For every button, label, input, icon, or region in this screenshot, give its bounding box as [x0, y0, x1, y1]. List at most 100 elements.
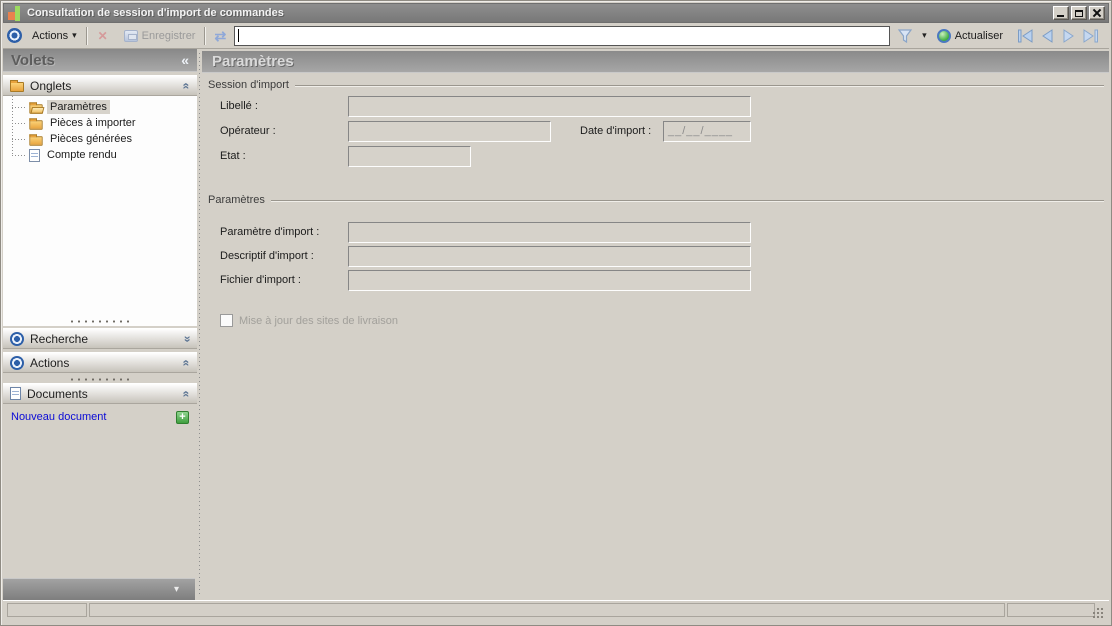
minimize-button[interactable] [1053, 6, 1069, 20]
filter-funnel-icon [897, 28, 913, 43]
filter-dropdown-button[interactable]: ▾ [920, 29, 929, 42]
maj-sites-livraison-checkbox[interactable] [220, 314, 233, 327]
operateur-field[interactable] [348, 121, 551, 142]
sidebar: Volets « Onglets « Paramètres Pièces à i… [3, 49, 197, 600]
folder-icon [29, 133, 43, 146]
refresh-button-label: Actualiser [954, 29, 1003, 42]
sync-button[interactable]: ⇄ [210, 27, 230, 45]
window-title: Consultation de session d'import de comm… [27, 7, 284, 19]
chevron-down-icon: ▾ [173, 584, 179, 595]
toolbar-separator [85, 26, 87, 45]
new-document-link[interactable]: Nouveau document [11, 411, 176, 423]
status-cell [89, 603, 1005, 617]
parametre-import-label: Paramètre d'import : [220, 226, 320, 238]
resize-grip[interactable] [1093, 612, 1099, 618]
maximize-icon [1075, 9, 1083, 17]
app-window: Consultation de session d'import de comm… [0, 0, 1112, 626]
sidebar-title: Volets [11, 51, 55, 69]
actions-bullseye-icon [10, 355, 24, 370]
title-bar: Consultation de session d'import de comm… [3, 3, 1109, 23]
close-button[interactable] [1089, 6, 1105, 20]
chevron-down-icon[interactable]: « [180, 335, 194, 342]
tree-item-label: Paramètres [47, 100, 110, 114]
sidebar-header: Volets « [3, 49, 197, 72]
group-divider-line [270, 199, 1104, 201]
save-icon [123, 29, 138, 42]
first-record-icon [1018, 28, 1033, 43]
chevron-up-icon[interactable]: « [180, 359, 194, 366]
tree-item-pieces-a-importer[interactable]: Pièces à importer [12, 115, 193, 131]
previous-record-icon [1042, 28, 1053, 43]
panel-splitter-horizontal[interactable] [3, 317, 197, 325]
etat-field[interactable] [348, 146, 471, 167]
status-cell [7, 603, 87, 617]
group-parametres-title: Paramètres [208, 194, 265, 206]
section-onglets-label: Onglets [30, 78, 72, 93]
chevron-up-icon[interactable]: « [180, 82, 194, 89]
date-import-field[interactable]: __/__/____ [663, 121, 751, 142]
collapse-sidebar-icon[interactable]: « [181, 52, 189, 68]
actions-menu-label: Actions [32, 29, 69, 42]
save-button[interactable]: Enregistrer [120, 28, 200, 44]
last-record-icon [1083, 28, 1098, 43]
chevron-down-icon: ▾ [72, 30, 77, 40]
status-cell [1007, 603, 1095, 617]
refresh-button[interactable]: Actualiser [933, 27, 1007, 45]
tree-item-compte-rendu[interactable]: Compte rendu [12, 147, 193, 163]
delete-button[interactable]: ✕ [92, 27, 114, 45]
refresh-icon [936, 28, 951, 43]
save-button-label: Enregistrer [141, 29, 196, 42]
actions-bullseye-icon [7, 28, 22, 43]
status-bar [3, 600, 1109, 618]
folder-icon [29, 117, 43, 130]
document-icon [29, 148, 40, 162]
search-input[interactable] [234, 25, 891, 46]
etat-label: Etat : [220, 150, 246, 162]
section-actions-label: Actions [30, 355, 70, 370]
main-header: Paramètres [202, 51, 1109, 73]
documents-icon [10, 387, 21, 400]
fichier-import-field[interactable] [348, 270, 751, 291]
last-record-button[interactable] [1082, 28, 1099, 43]
page-title: Paramètres [212, 53, 294, 70]
section-recherche-label: Recherche [30, 331, 89, 346]
libelle-field[interactable] [348, 96, 751, 117]
group-parametres: Paramètres [208, 194, 1104, 206]
tree-item-pieces-generees[interactable]: Pièces générées [12, 131, 193, 147]
section-header-recherche[interactable]: Recherche « [3, 328, 197, 349]
date-import-label: Date d'import : [580, 125, 652, 137]
section-documents-label: Documents [27, 386, 88, 401]
tree-item-label: Compte rendu [47, 149, 117, 161]
descriptif-import-field[interactable] [348, 246, 751, 267]
parametre-import-field[interactable] [348, 222, 751, 243]
previous-record-button[interactable] [1040, 28, 1055, 43]
toolbar: Actions ▾ ✕ Enregistrer ⇄ ▾ Actualiser [3, 23, 1109, 49]
filter-button[interactable] [894, 26, 916, 46]
group-session-import: Session d'import [208, 79, 1104, 91]
chevron-up-icon[interactable]: « [180, 390, 194, 397]
splitter-grip-dots [67, 377, 133, 381]
section-header-documents[interactable]: Documents « [3, 383, 197, 404]
descriptif-import-label: Descriptif d'import : [220, 250, 314, 262]
next-record-button[interactable] [1061, 28, 1076, 43]
first-record-button[interactable] [1017, 28, 1034, 43]
close-icon [1093, 9, 1101, 17]
actions-menu-button[interactable]: Actions ▾ [28, 28, 81, 44]
app-icon [7, 5, 22, 21]
panel-splitter-horizontal[interactable] [3, 375, 197, 383]
sidebar-options-bar[interactable]: ▾ [3, 578, 195, 600]
toolbar-separator [204, 26, 206, 45]
section-header-actions[interactable]: Actions « [3, 352, 197, 373]
add-document-button[interactable]: + [176, 410, 189, 424]
maximize-button[interactable] [1071, 6, 1087, 20]
splitter-grip-dots [67, 319, 133, 323]
section-header-onglets[interactable]: Onglets « [3, 75, 197, 96]
delete-x-icon: ✕ [97, 28, 108, 43]
minimize-icon [1057, 15, 1064, 17]
group-session-title: Session d'import [208, 79, 289, 91]
documents-panel: Nouveau document + [3, 407, 197, 427]
tree-item-parametres[interactable]: Paramètres [12, 99, 193, 115]
libelle-label: Libellé : [220, 100, 258, 112]
tree-item-label: Pièces à importer [50, 117, 136, 129]
maj-sites-livraison-label: Mise à jour des sites de livraison [239, 314, 398, 327]
